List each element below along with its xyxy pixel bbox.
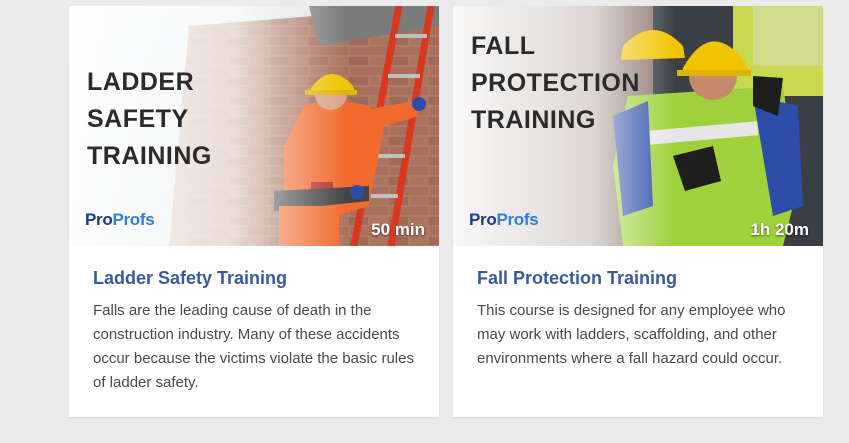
proprofs-logo: ProProfs	[469, 210, 539, 229]
duration-badge: 1h 20m	[750, 220, 809, 239]
course-card-ladder-safety[interactable]: LADDER SAFETY TRAINING ProProfs 50 min L…	[69, 6, 439, 417]
proprofs-logo: ProProfs	[85, 210, 155, 229]
thumbnail-title: FALL PROTECTION TRAINING	[471, 32, 640, 134]
course-thumbnail[interactable]: LADDER SAFETY TRAINING ProProfs 50 min	[69, 6, 439, 246]
course-description: This course is designed for any employee…	[477, 302, 786, 367]
course-thumbnail[interactable]: FALL PROTECTION TRAINING ProProfs 1h 20m	[453, 6, 823, 246]
course-card-fall-protection[interactable]: FALL PROTECTION TRAINING ProProfs 1h 20m…	[453, 6, 823, 417]
course-description: Falls are the leading cause of death in …	[93, 302, 414, 391]
duration-badge: 50 min	[371, 220, 425, 239]
thumbnail-title: LADDER SAFETY TRAINING	[87, 68, 212, 170]
course-title-link[interactable]: Ladder Safety Training	[93, 268, 415, 289]
course-title-link[interactable]: Fall Protection Training	[477, 268, 799, 289]
